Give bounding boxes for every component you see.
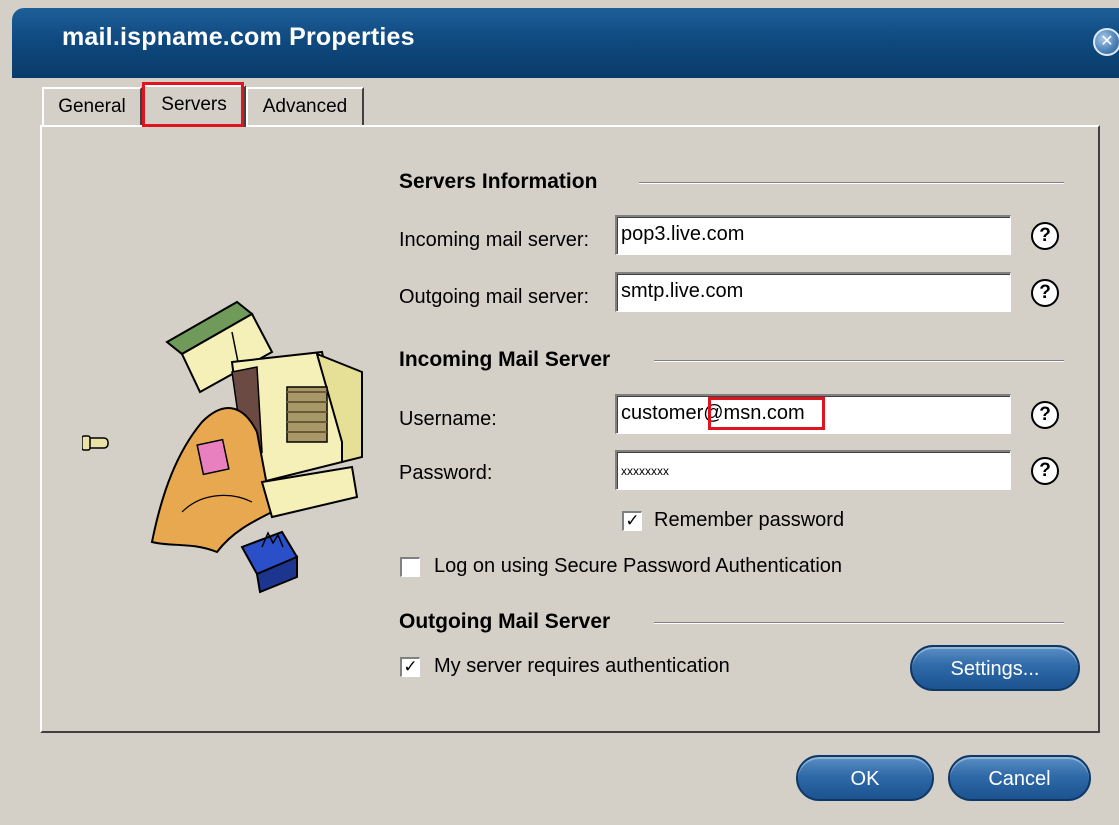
mail-computer-illustration: [82, 300, 363, 594]
requires-auth-label[interactable]: My server requires authentication: [434, 655, 730, 678]
servers-info-heading: Servers Information: [399, 170, 598, 193]
window-title: mail.ispname.com Properties: [62, 23, 415, 51]
requires-auth-checkbox[interactable]: ✓: [400, 657, 420, 677]
tab-servers[interactable]: Servers: [142, 85, 246, 127]
username-value-domain: @msn.com: [703, 402, 805, 424]
incoming-mail-heading: Incoming Mail Server: [399, 348, 611, 371]
title-bar[interactable]: mail.ispname.com Properties ✕: [12, 8, 1119, 78]
password-label: Password:: [399, 462, 493, 484]
tab-advanced[interactable]: Advanced: [246, 87, 364, 125]
password-value: xxxxxxxx: [621, 464, 669, 478]
incoming-server-label: Incoming mail server:: [399, 229, 590, 251]
outgoing-server-help-icon[interactable]: ?: [1031, 279, 1059, 307]
incoming-mail-divider: [654, 360, 1064, 362]
incoming-server-help-icon[interactable]: ?: [1031, 222, 1059, 250]
spa-checkbox[interactable]: [400, 557, 420, 577]
spa-label[interactable]: Log on using Secure Password Authenticat…: [434, 555, 842, 578]
close-button[interactable]: ✕: [1093, 28, 1119, 56]
close-icon: ✕: [1100, 33, 1114, 50]
username-value-prefix: customer: [621, 402, 704, 424]
username-help-icon[interactable]: ?: [1031, 401, 1059, 429]
settings-button[interactable]: Settings...: [910, 645, 1080, 691]
password-help-icon[interactable]: ?: [1031, 457, 1059, 485]
servers-panel: Servers Information Incoming mail server…: [40, 125, 1100, 733]
servers-info-divider: [639, 182, 1064, 184]
incoming-server-input[interactable]: pop3.live.com: [615, 215, 1011, 255]
screw-icon: [82, 435, 109, 451]
tab-general[interactable]: General: [42, 87, 142, 125]
outgoing-mail-heading: Outgoing Mail Server: [399, 610, 611, 633]
outgoing-server-label: Outgoing mail server:: [399, 286, 590, 308]
outgoing-mail-divider: [654, 622, 1064, 624]
ok-button[interactable]: OK: [796, 755, 934, 801]
outgoing-server-input[interactable]: smtp.live.com: [615, 272, 1011, 312]
remember-password-checkbox[interactable]: ✓: [622, 511, 642, 531]
properties-dialog: mail.ispname.com Properties ✕ General Se…: [0, 0, 1119, 825]
username-label: Username:: [399, 408, 497, 430]
password-input[interactable]: xxxxxxxx: [615, 450, 1011, 490]
remember-password-label[interactable]: Remember password: [654, 509, 844, 532]
cancel-button[interactable]: Cancel: [948, 755, 1091, 801]
username-input[interactable]: customer@msn.com: [615, 394, 1011, 434]
